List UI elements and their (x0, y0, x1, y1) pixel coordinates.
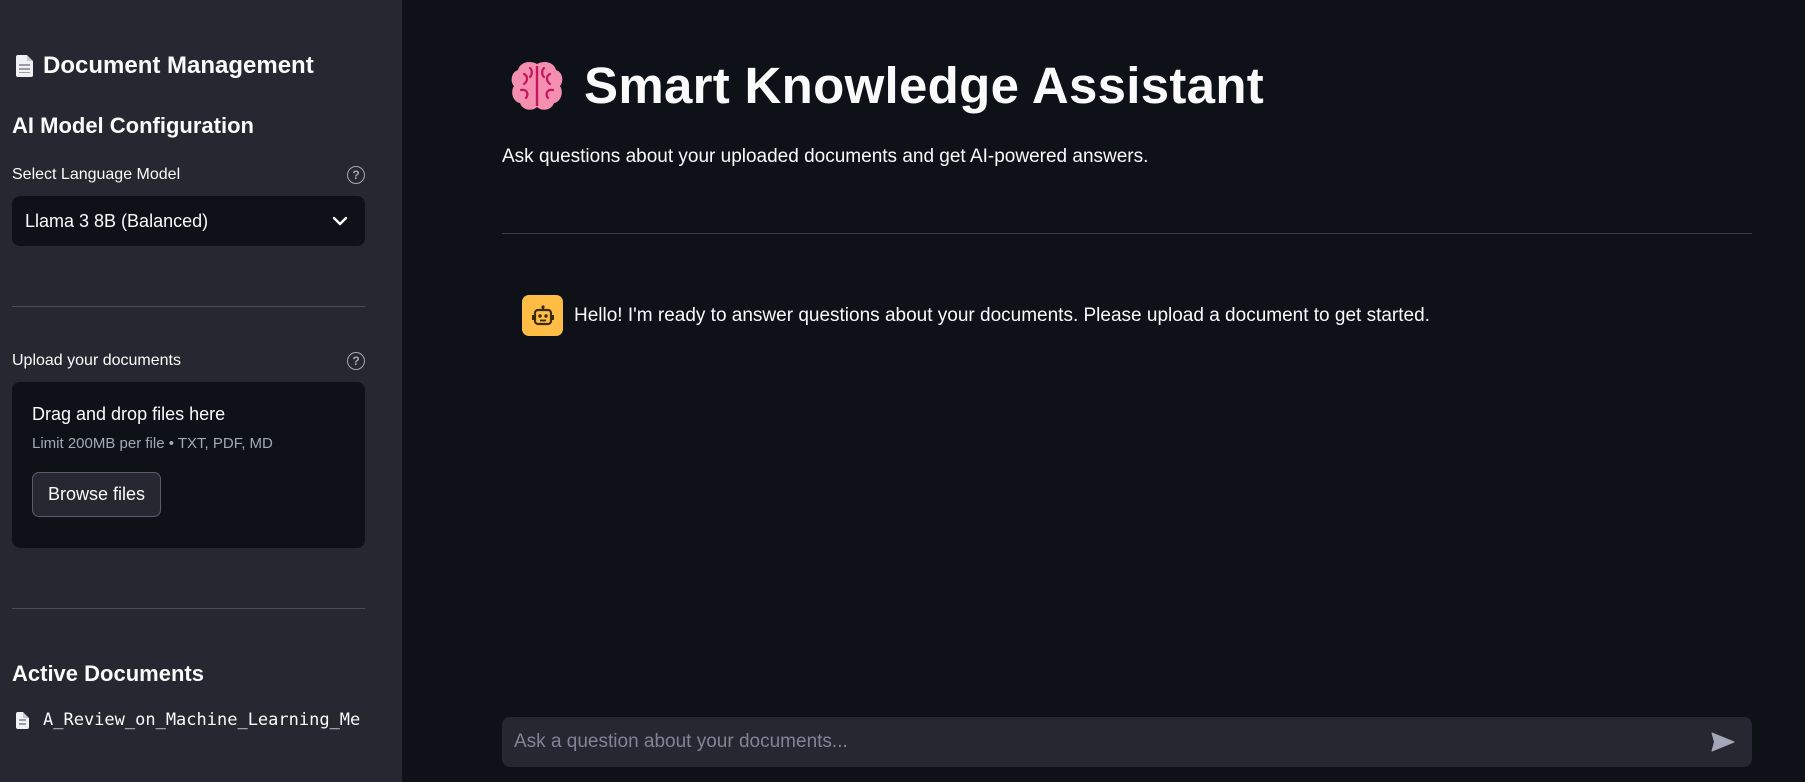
main-divider (502, 233, 1752, 234)
brain-icon (508, 58, 566, 114)
sidebar: Document Management AI Model Configurati… (0, 0, 402, 782)
sidebar-divider (12, 608, 365, 609)
chat-input-bar (502, 717, 1752, 767)
sidebar-divider (12, 306, 365, 307)
model-config-heading: AI Model Configuration (12, 113, 254, 138)
document-icon (16, 711, 29, 729)
model-select-label: Select Language Model (12, 166, 181, 183)
help-icon[interactable]: ? (347, 166, 365, 184)
browse-files-button[interactable]: Browse files (32, 472, 162, 517)
robot-icon (522, 295, 563, 336)
active-documents-heading: Active Documents (12, 661, 204, 686)
model-select-label-row: Select Language Model ? (12, 166, 365, 184)
page-title: Smart Knowledge Assistant (584, 57, 1265, 114)
chevron-down-icon (329, 210, 351, 232)
upload-label: Upload your documents (12, 352, 181, 369)
main-panel: Smart Knowledge Assistant Ask questions … (402, 0, 1805, 782)
model-select[interactable]: Llama 3 8B (Balanced) (12, 196, 365, 246)
app: Document Management AI Model Configurati… (0, 0, 1805, 782)
model-select-value: Llama 3 8B (Balanced) (25, 210, 209, 231)
send-icon[interactable] (1708, 727, 1738, 757)
document-icon (16, 55, 33, 77)
chat-input[interactable] (514, 731, 1708, 753)
assistant-message: Hello! I'm ready to answer questions abo… (522, 295, 1430, 336)
assistant-message-text: Hello! I'm ready to answer questions abo… (574, 304, 1430, 326)
file-dropzone[interactable]: Drag and drop files here Limit 200MB per… (12, 382, 365, 548)
page-subtitle: Ask questions about your uploaded docume… (502, 146, 1149, 167)
sidebar-title-text: Document Management (43, 52, 314, 79)
dropzone-limit: Limit 200MB per file • TXT, PDF, MD (32, 435, 273, 452)
upload-label-row: Upload your documents ? (12, 352, 365, 370)
active-document-name: A_Review_on_Machine_Learning_Me (43, 710, 361, 730)
page-header: Smart Knowledge Assistant (508, 56, 1264, 115)
active-document-item: A_Review_on_Machine_Learning_Me (16, 710, 365, 730)
help-icon[interactable]: ? (347, 352, 365, 370)
dropzone-text: Drag and drop files here (32, 404, 226, 424)
sidebar-title: Document Management (16, 52, 314, 80)
